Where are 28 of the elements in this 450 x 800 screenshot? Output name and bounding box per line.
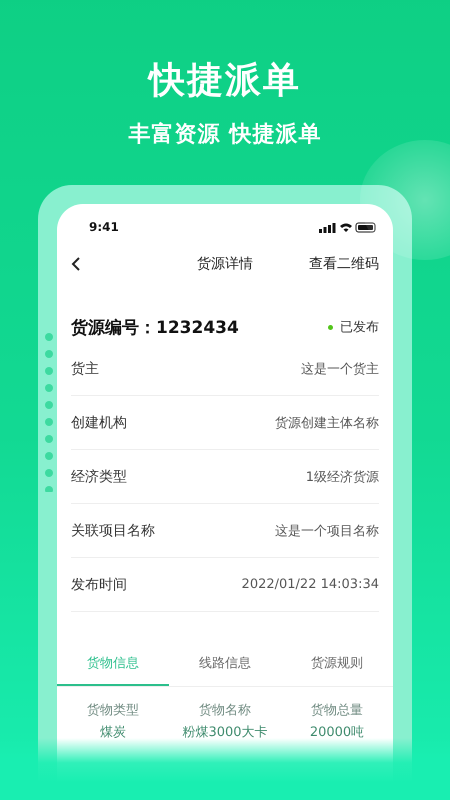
subheadline: 丰富资源 快捷派单: [128, 120, 322, 149]
status-dot-icon: [328, 324, 333, 330]
back-icon[interactable]: [71, 257, 81, 271]
table-cell-text: 粉煤3000大卡: [181, 724, 269, 741]
field-label: 关联项目名称: [71, 522, 155, 540]
field-value: 2022/01/22 14:03:34: [242, 577, 379, 592]
field-label: 发布时间: [71, 576, 127, 594]
field-label: 创建机构: [71, 414, 127, 432]
status-icons: [319, 222, 377, 232]
table-cell-text: 煤炭: [99, 724, 127, 741]
field-value: 货源创建主体名称: [275, 414, 379, 432]
table-cell-text: 20000吨: [308, 724, 366, 741]
source-number: 货源编号：1232434: [71, 316, 239, 338]
status-label: 已发布: [340, 319, 379, 336]
field-label: 货主: [71, 360, 99, 378]
field-label: 经济类型: [71, 468, 127, 486]
page-title: 货源详情: [197, 255, 253, 273]
field-value: 这是一个项目名称: [275, 522, 379, 540]
tab[interactable]: 线路信息: [169, 644, 281, 686]
tab[interactable]: 货源规则: [281, 644, 393, 686]
status-time: 9:41: [89, 220, 119, 234]
qr-code-link[interactable]: 查看二维码: [309, 255, 379, 273]
field-value: 1级经济货源: [306, 468, 379, 486]
column-header: 货物名称: [198, 702, 252, 719]
headline: 快捷派单: [149, 59, 301, 103]
column-header: 货物总量: [310, 702, 364, 719]
field-value: 这是一个货主: [301, 360, 379, 378]
column-header: 货物类型: [86, 702, 140, 719]
